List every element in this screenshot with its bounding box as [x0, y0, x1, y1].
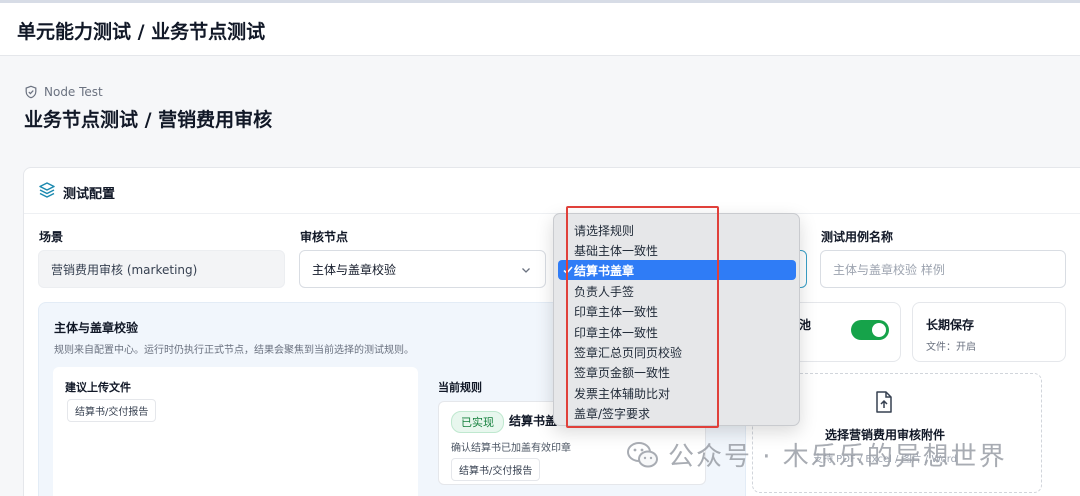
suggest-upload-label: 建议上传文件: [65, 381, 131, 394]
case-name-label: 测试用例名称: [821, 230, 894, 244]
page-title: 业务节点测试 / 营销费用审核: [24, 109, 273, 131]
chevron-down-icon: [522, 268, 530, 273]
breadcrumb: Node Test: [24, 85, 103, 99]
file-type-tag: 结算书/交付报告: [67, 399, 157, 422]
wechat-icon: [627, 441, 658, 467]
main-content: Node Test 业务节点测试 / 营销费用审核 测试配置 场景 营销费用审核…: [0, 56, 1080, 496]
suggest-upload-box: 建议上传文件 结算书/交付报告: [53, 367, 418, 496]
case-name-input[interactable]: 主体与盖章校验 样例: [820, 250, 1066, 288]
long-term-title: 长期保存: [926, 318, 975, 332]
card-header: 测试配置: [24, 168, 1080, 214]
pool-option-title: 池: [799, 318, 812, 332]
node-label: 审核节点: [300, 230, 349, 244]
rule-name: 结算书盖: [509, 414, 558, 428]
layers-icon: [39, 182, 55, 198]
scene-label: 场景: [39, 230, 64, 244]
scene-field: 营销费用审核 (marketing): [38, 250, 285, 288]
rule-file-tag: 结算书/交付报告: [451, 458, 541, 481]
rule-panel-desc: 规则来自配置中心。运行时仍执行正式节点，结果会聚焦到当前选择的测试规则。: [54, 345, 414, 356]
implemented-badge: 已实现: [451, 411, 504, 433]
node-select-value: 主体与盖章校验: [312, 262, 397, 277]
pool-toggle[interactable]: [851, 320, 889, 340]
app-title: 单元能力测试 / 业务节点测试: [17, 21, 266, 43]
long-term-sub: 文件：开启: [926, 342, 976, 353]
card-title: 测试配置: [63, 187, 116, 202]
breadcrumb-label: Node Test: [44, 85, 103, 99]
current-rule-label: 当前规则: [438, 381, 482, 394]
highlight-annotation-box: [566, 206, 719, 428]
watermark-text: 公众号 · 木乐乐的异想世界: [668, 442, 1007, 472]
watermark: 公众号 · 木乐乐的异想世界: [626, 436, 1007, 473]
app-header: 单元能力测试 / 业务节点测试: [0, 3, 1080, 56]
long-term-card[interactable]: 长期保存 文件：开启: [912, 302, 1066, 362]
case-name-placeholder: 主体与盖章校验 样例: [833, 262, 945, 277]
rule-panel-title: 主体与盖章校验: [54, 321, 139, 335]
shield-icon: [25, 85, 37, 99]
file-upload-icon: [876, 391, 892, 413]
toggle-knob: [872, 323, 886, 337]
node-select[interactable]: 主体与盖章校验: [299, 250, 546, 288]
rule-desc: 确认结算书已加盖有效印章: [451, 443, 571, 454]
